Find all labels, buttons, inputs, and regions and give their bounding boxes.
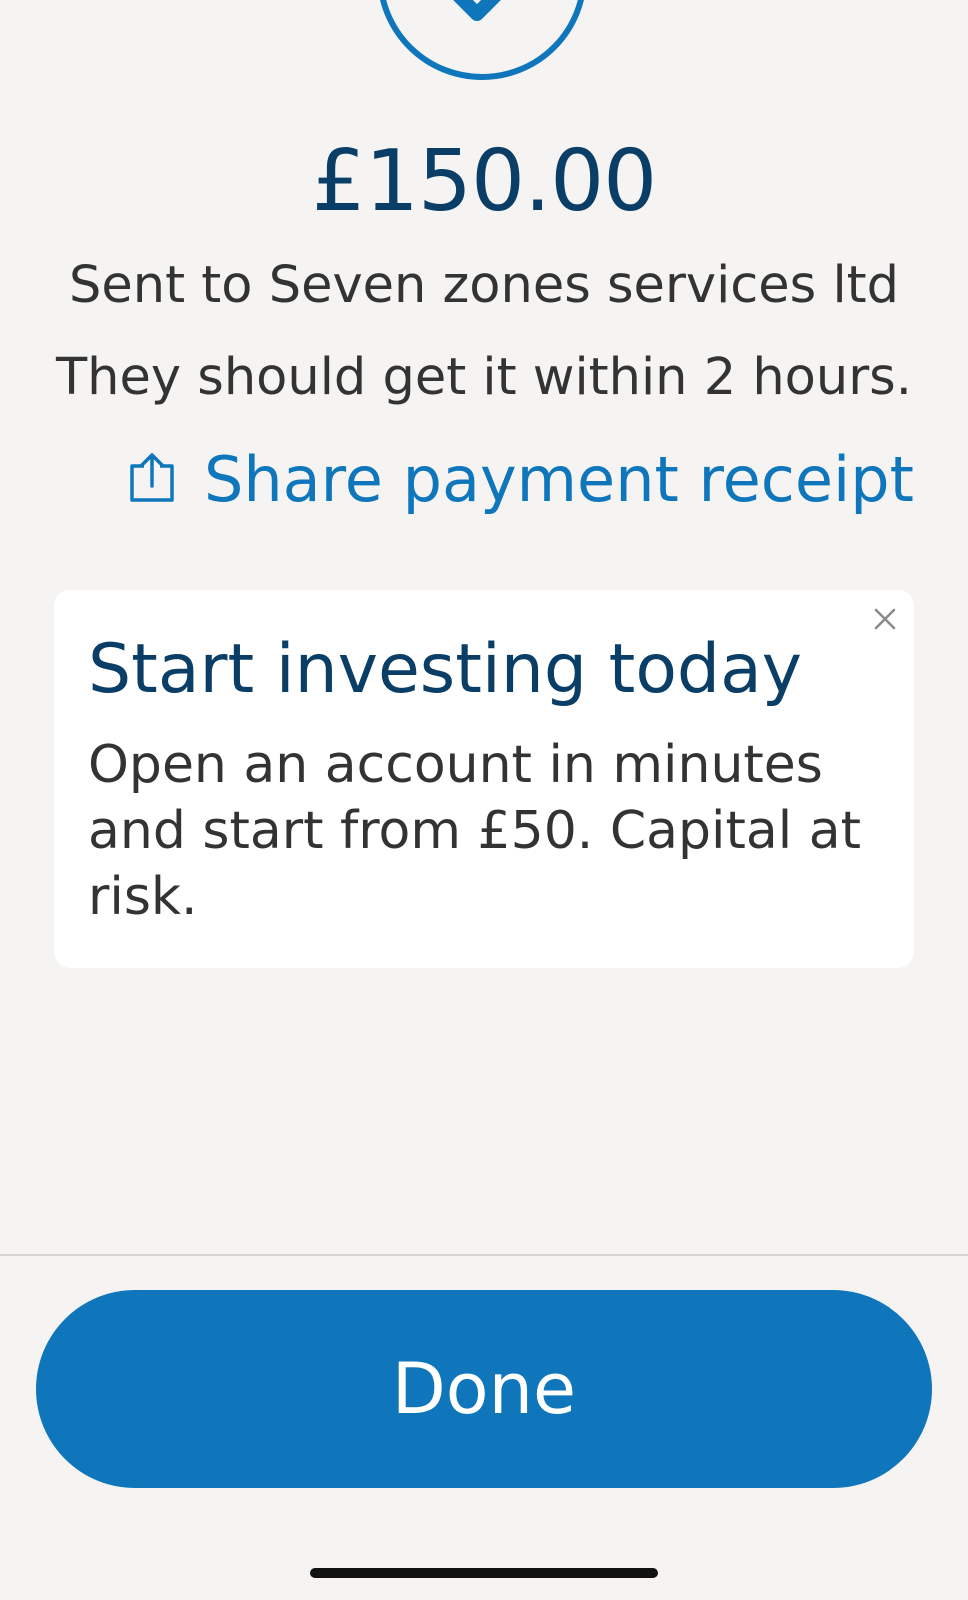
- investing-promo-card: Start investing today Open an account in…: [54, 590, 914, 968]
- share-payment-receipt-label: Share payment receipt: [204, 443, 914, 516]
- payment-amount: £150.00: [311, 132, 658, 231]
- share-icon: [128, 452, 176, 508]
- close-icon[interactable]: [870, 604, 900, 634]
- delivery-timing-text: They should get it within 2 hours.: [56, 348, 912, 407]
- share-payment-receipt-link[interactable]: Share payment receipt: [128, 440, 914, 520]
- done-button[interactable]: Done: [36, 1290, 932, 1488]
- recipient-text: Sent to Seven zones services ltd: [69, 256, 899, 315]
- footer-divider: [0, 1254, 968, 1256]
- promo-body: Open an account in minutes and start fro…: [88, 735, 861, 927]
- promo-title: Start investing today: [88, 630, 802, 709]
- checkmark-circle-icon: [377, 0, 587, 80]
- home-indicator[interactable]: [310, 1568, 658, 1578]
